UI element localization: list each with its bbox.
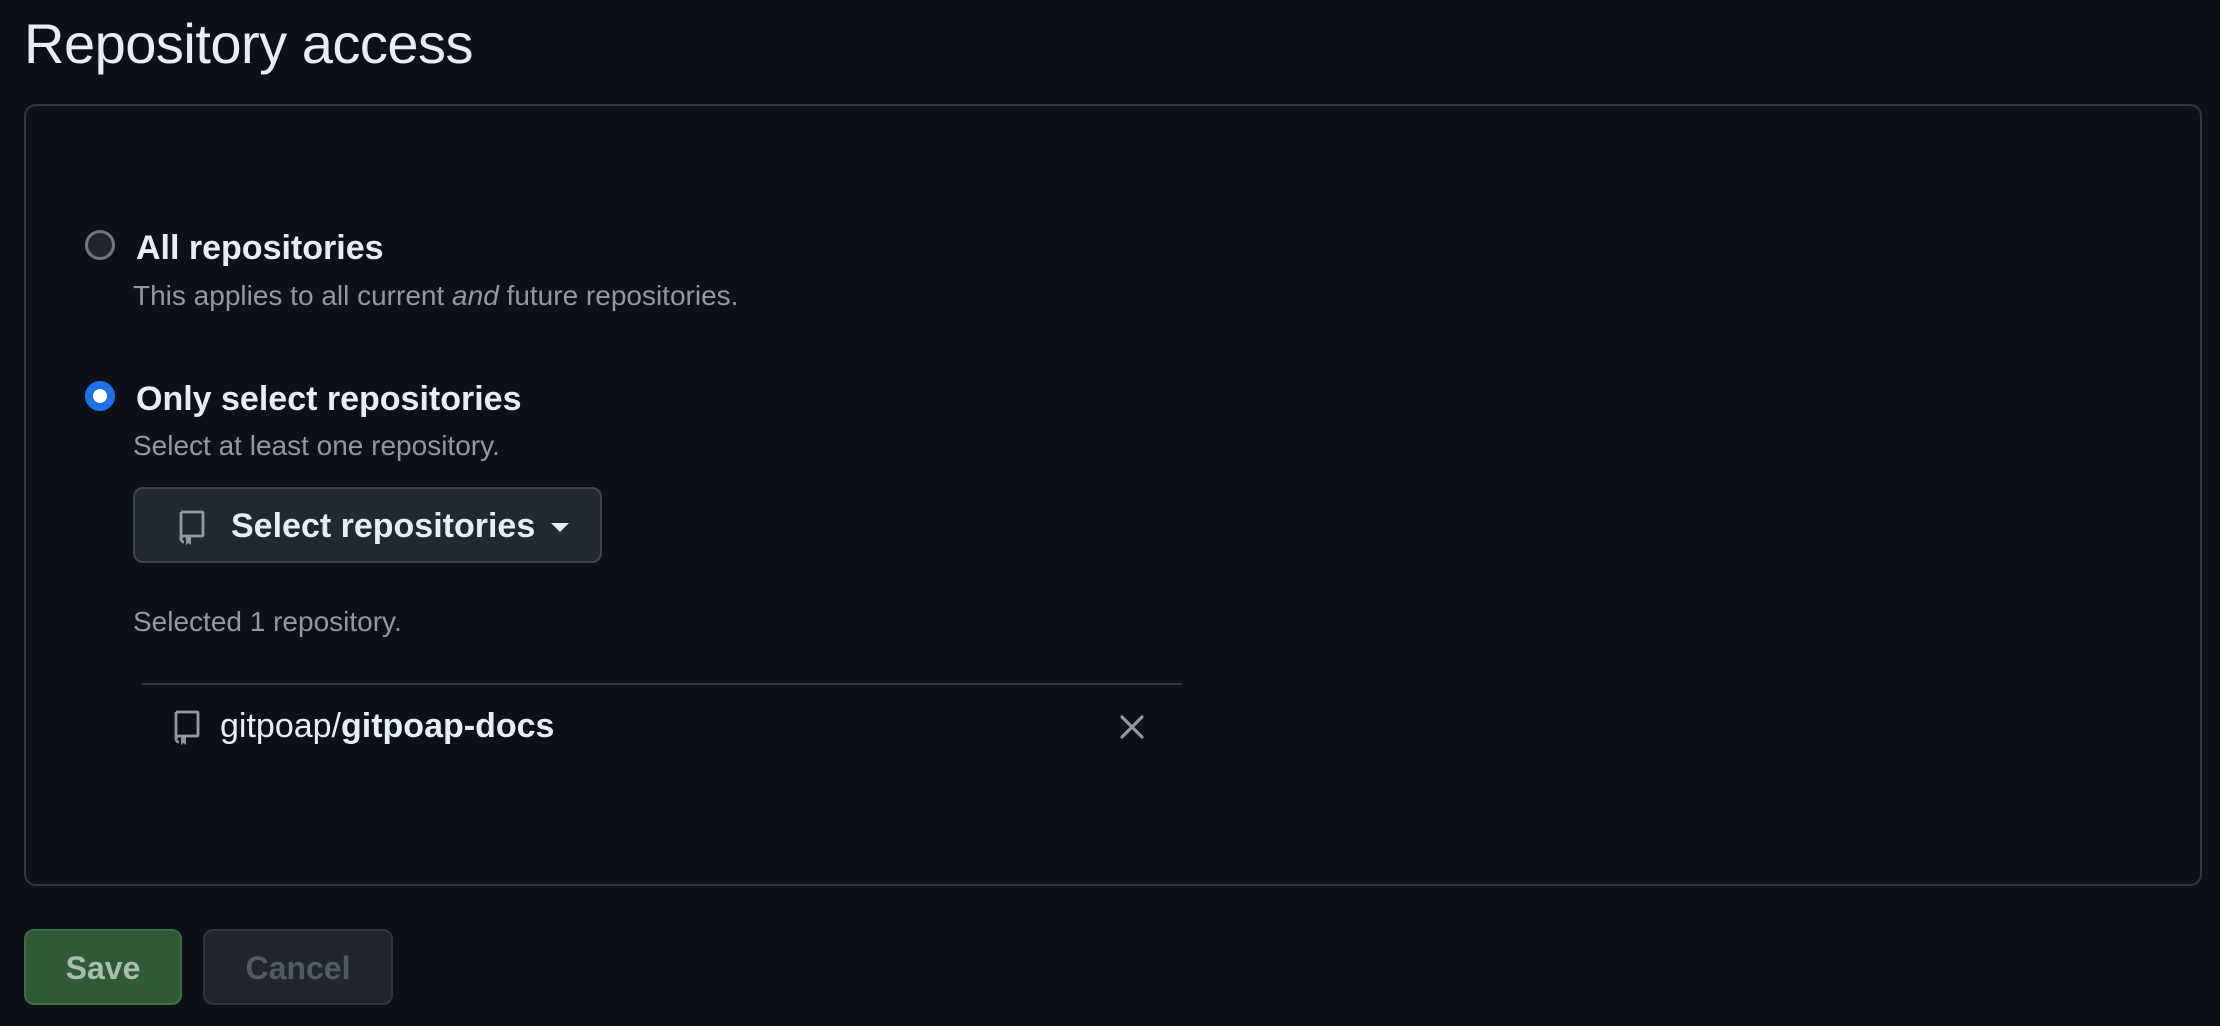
save-button[interactable]: Save	[24, 929, 182, 1005]
page-title: Repository access	[24, 12, 474, 75]
repository-access-page: Repository access All repositories This …	[0, 0, 2220, 1026]
chevron-down-icon	[551, 523, 569, 532]
close-icon[interactable]	[1116, 711, 1148, 743]
select-repositories-button[interactable]: Select repositories	[133, 487, 602, 563]
only-select-repositories-radio[interactable]	[85, 381, 115, 411]
all-repositories-radio[interactable]	[85, 230, 115, 260]
selected-repositories-list: gitpoap/gitpoap-docs	[142, 683, 1182, 761]
all-repositories-label[interactable]: All repositories	[136, 226, 384, 270]
repository-access-panel: All repositories This applies to all cur…	[24, 104, 2202, 886]
repository-name: gitpoap/gitpoap-docs	[220, 705, 554, 747]
selected-count-text: Selected 1 repository.	[133, 606, 402, 637]
all-repositories-description: This applies to all current and future r…	[133, 278, 738, 314]
only-select-repositories-description: Select at least one repository.	[133, 430, 500, 461]
desc-emphasis: and	[452, 280, 499, 311]
only-select-repositories-label[interactable]: Only select repositories	[136, 377, 522, 421]
repo-icon	[179, 510, 205, 545]
cancel-button[interactable]: Cancel	[203, 929, 393, 1005]
list-item: gitpoap/gitpoap-docs	[142, 685, 1182, 761]
desc-part-1: This applies to all current	[133, 280, 453, 311]
repo-icon	[174, 710, 200, 745]
repository-owner: gitpoap/	[220, 707, 341, 745]
repository-short-name: gitpoap-docs	[341, 707, 555, 745]
select-repositories-label: Select repositories	[231, 507, 536, 545]
desc-part-2: future repositories.	[498, 280, 739, 311]
